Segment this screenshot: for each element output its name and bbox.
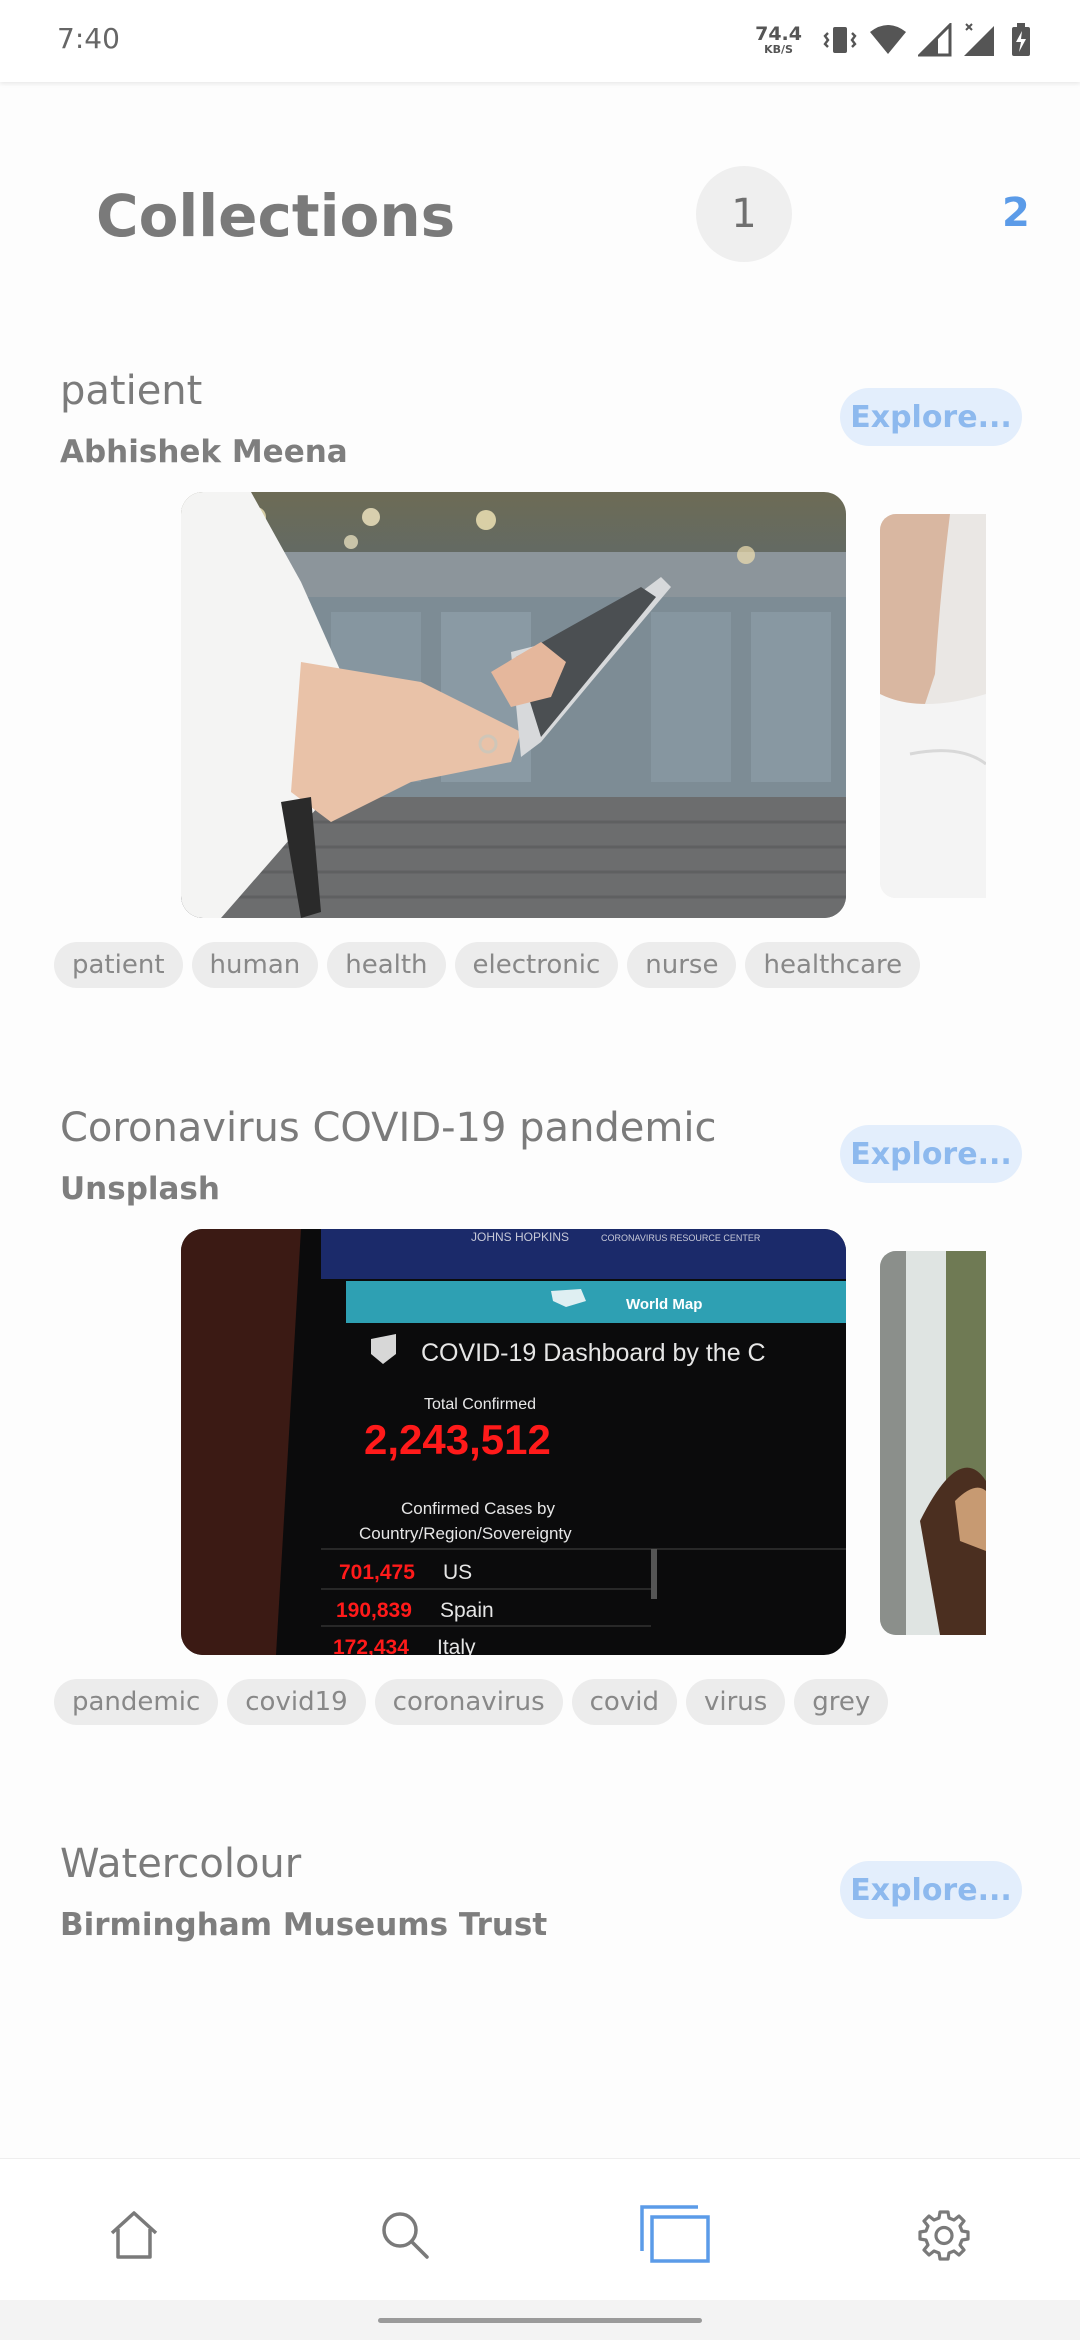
photo-row-value: 701,475 [339,1561,415,1584]
collection-photo[interactable] [181,492,846,918]
photo-cases-label-2: Country/Region/Sovereignty [359,1524,572,1543]
photo-row-country: Spain [440,1599,494,1622]
network-speed-unit: KB/S [764,43,793,56]
tag-chip[interactable]: nurse [627,942,737,988]
collection-author[interactable]: Abhishek Meena [60,434,348,470]
home-icon[interactable] [104,2205,164,2265]
page-title: Collections [96,182,456,250]
photo-header-text: JOHNS HOPKINS [471,1230,569,1244]
signal-icon [918,23,952,57]
tag-list: pandemic covid19 coronavirus covid virus… [54,1679,889,1725]
tag-chip[interactable]: covid19 [227,1679,366,1725]
explore-button[interactable]: Explore... [840,388,1022,446]
signal-no-data-icon [962,22,1000,58]
gesture-navigation-area [0,2300,1080,2340]
collection-author[interactable]: Birmingham Museums Trust [60,1907,547,1943]
collection-title: Coronavirus COVID-19 pandemic [60,1105,717,1151]
collection-title: patient [60,368,203,414]
bottom-navigation [0,2158,1080,2300]
photo-map-label: World Map [626,1296,702,1313]
explore-button[interactable]: Explore... [840,1125,1022,1183]
photo-total-label: Total Confirmed [424,1396,536,1413]
photo-total-value: 2,243,512 [364,1416,551,1463]
photo-row-value: 190,839 [336,1599,412,1622]
photo-row-country: US [443,1561,472,1584]
page-2-button[interactable]: 2 [1002,190,1030,236]
photo-dashboard-title: COVID-19 Dashboard by the C [421,1339,766,1367]
battery-charging-icon [1010,23,1032,57]
tag-chip[interactable]: pandemic [54,1679,219,1725]
photo-row-value: 172,434 [333,1636,409,1655]
vibrate-icon [822,24,858,56]
collection-photo[interactable]: JOHNS HOPKINS CORONAVIRUS RESOURCE CENTE… [181,1229,846,1655]
photo-cases-label-1: Confirmed Cases by [401,1499,556,1518]
collections-icon[interactable] [640,2205,712,2265]
tag-chip[interactable]: coronavirus [374,1679,563,1725]
status-icons: 74.4 KB/S [755,18,1032,62]
tag-chip[interactable]: healthcare [745,942,921,988]
collection-photo-preview[interactable] [880,514,986,898]
tag-chip[interactable]: virus [685,1679,786,1725]
explore-button[interactable]: Explore... [840,1861,1022,1919]
page-1-button[interactable]: 1 [696,166,792,262]
wifi-icon [868,24,908,56]
tag-chip[interactable]: covid [571,1679,677,1725]
tag-chip[interactable]: health [327,942,446,988]
network-speed-value: 74.4 [755,23,802,45]
tag-list: patient human health electronic nurse he… [54,942,921,988]
tag-chip[interactable]: electronic [454,942,619,988]
status-bar: 7:40 74.4 KB/S [0,0,1080,82]
network-speed: 74.4 KB/S [755,23,802,56]
tag-chip[interactable]: grey [794,1679,889,1725]
collections-header: Collections 1 2 [0,150,1080,280]
status-time: 7:40 [57,22,120,55]
settings-icon[interactable] [914,2205,974,2265]
gesture-handle[interactable] [378,2318,702,2323]
photo-header-right-text: CORONAVIRUS RESOURCE CENTER [601,1233,761,1243]
collection-title: Watercolour [60,1841,302,1887]
search-icon[interactable] [375,2205,435,2265]
photo-row-country: Italy [437,1636,476,1655]
tag-chip[interactable]: human [191,942,319,988]
collection-photo-preview[interactable] [880,1251,986,1635]
tag-chip[interactable]: patient [54,942,183,988]
collection-author[interactable]: Unsplash [60,1171,220,1207]
